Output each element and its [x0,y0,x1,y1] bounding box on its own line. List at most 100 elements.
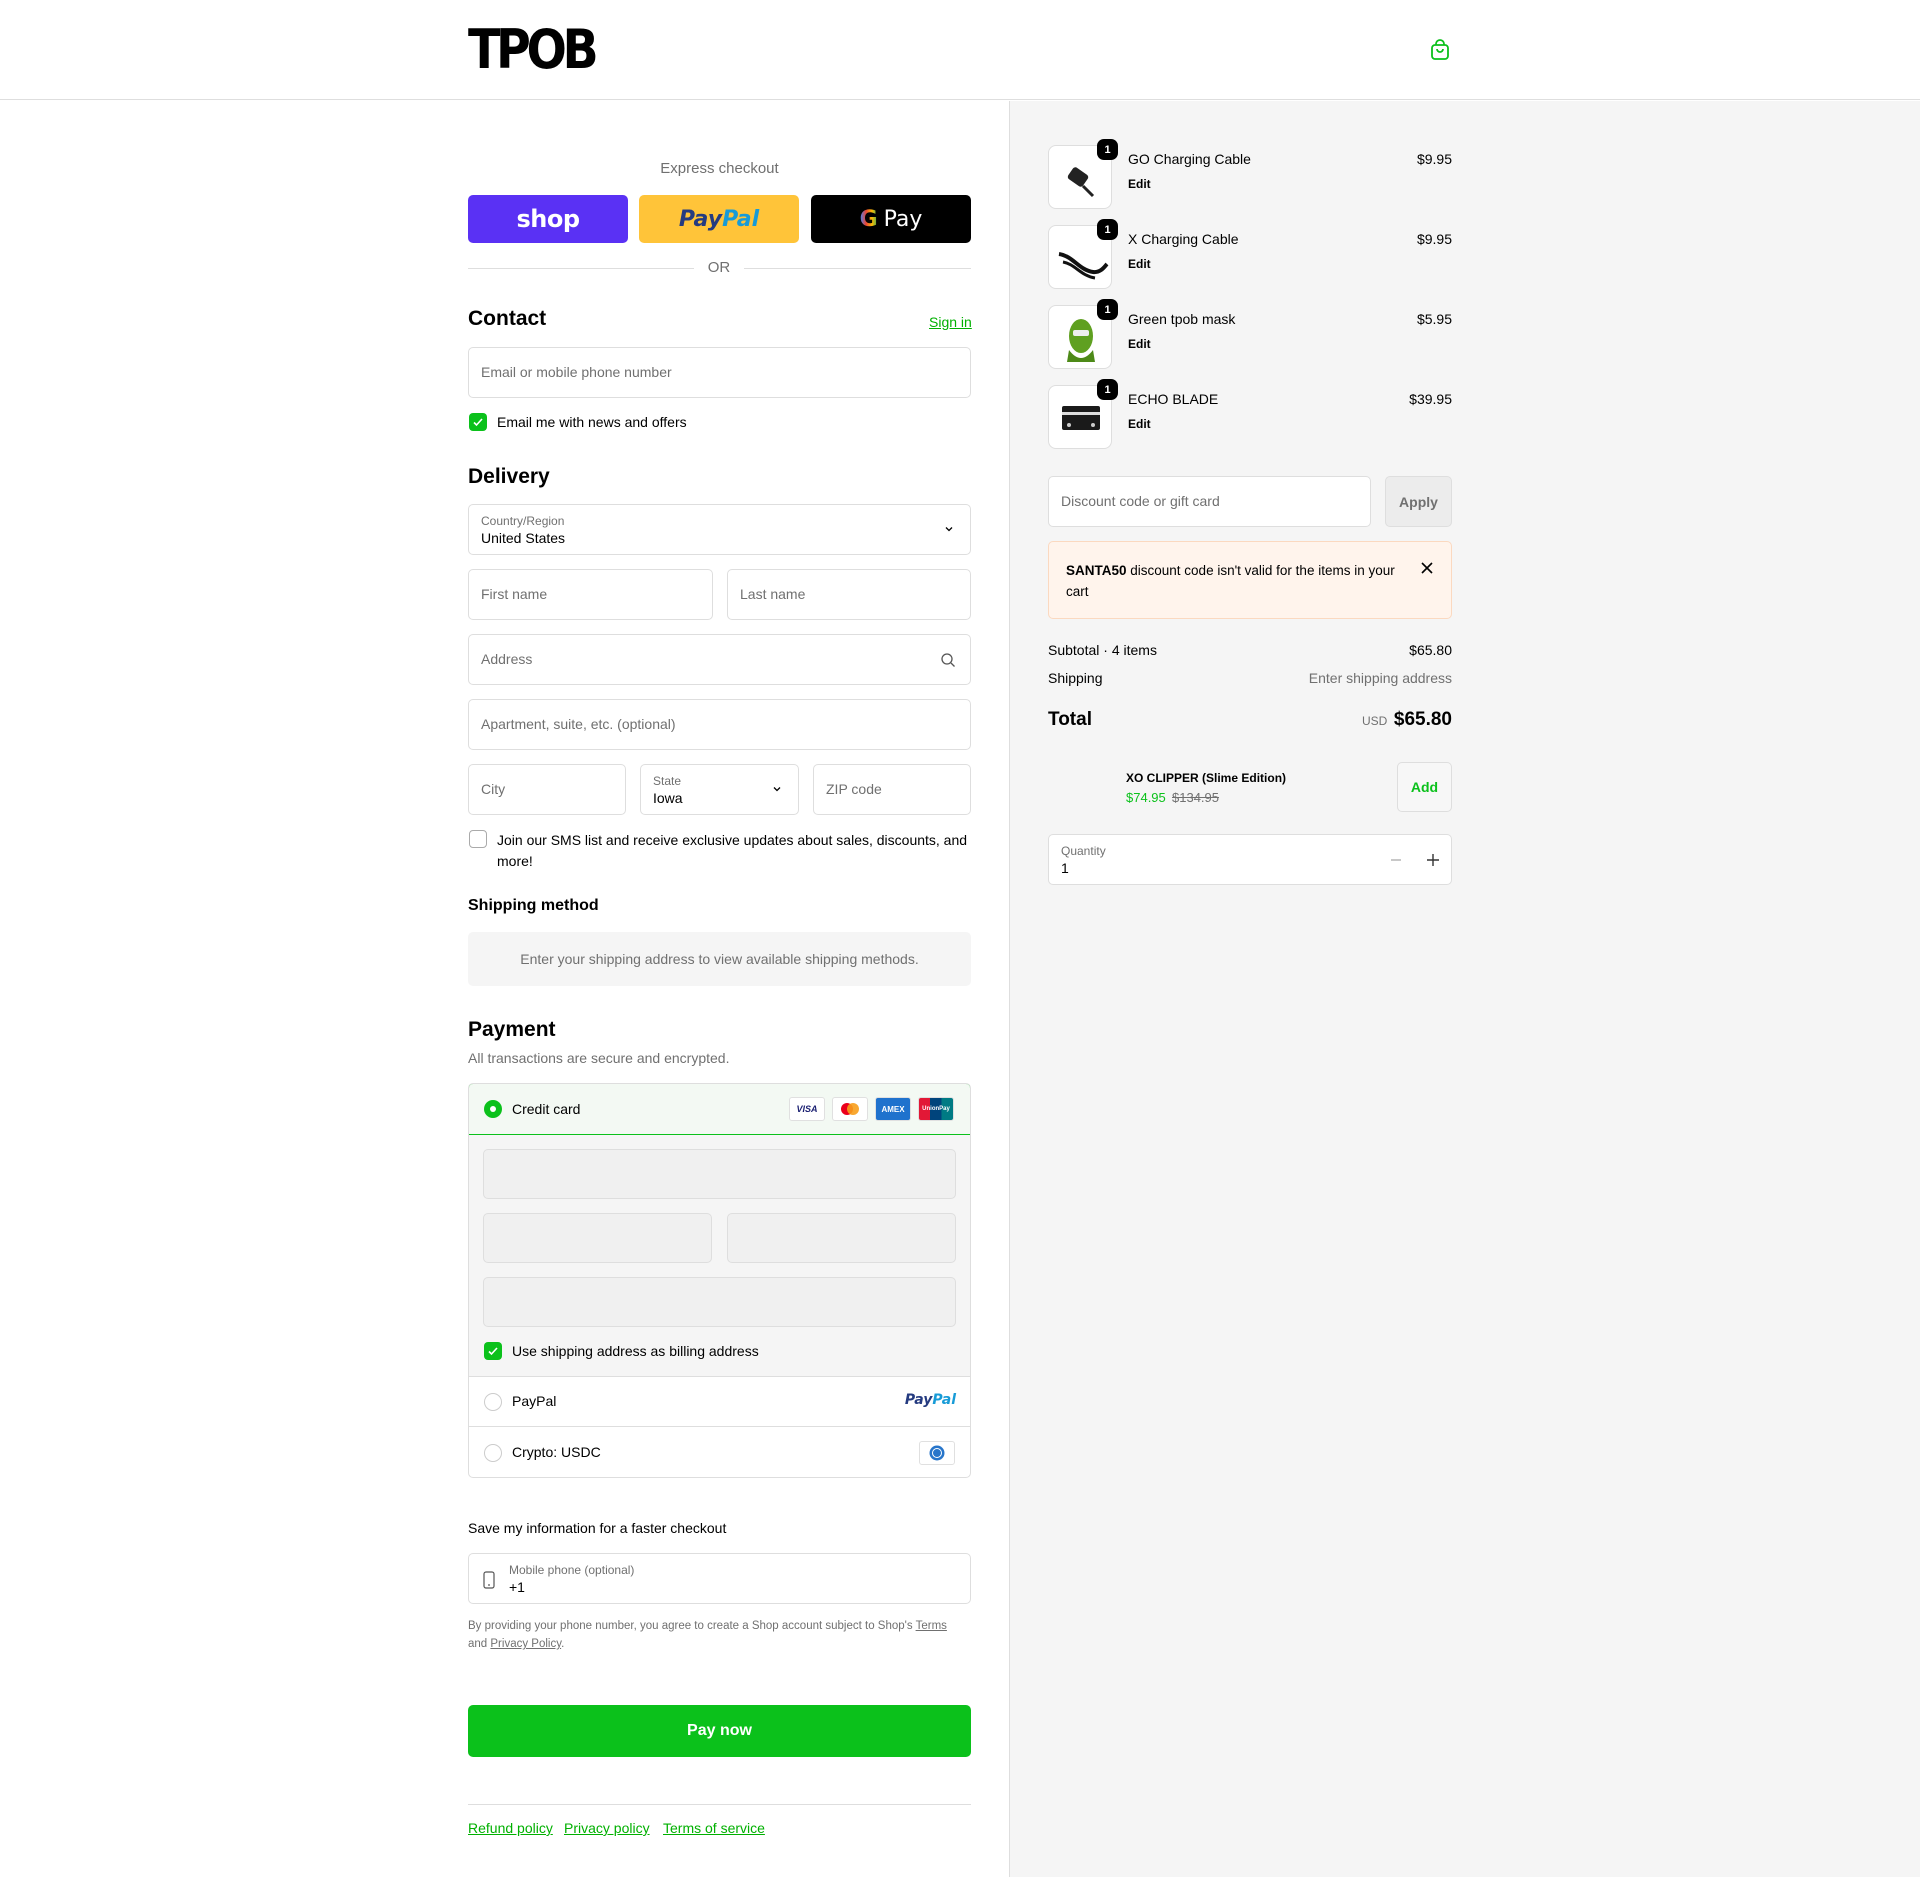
state-label: State [653,774,682,788]
minus-icon[interactable] [1390,854,1402,866]
contact-heading: Contact [468,307,547,330]
cart-item-price: $5.95 [1416,311,1452,327]
refund-policy-link[interactable]: Refund policy [468,1820,553,1836]
credit-card-radio[interactable] [484,1100,502,1118]
mastercard-icon [832,1097,868,1121]
quantity-badge: 1 [1097,139,1118,160]
privacy-policy-link[interactable]: Privacy policy [564,1820,650,1836]
unionpay-icon: UnionPay [918,1097,954,1121]
discount-code-field[interactable]: Discount code or gift card [1048,476,1371,527]
sign-in-link[interactable]: Sign in [929,314,972,330]
paypal-logo-part2: Pal [932,1392,956,1408]
apply-discount-button[interactable]: Apply [1385,476,1452,527]
google-g-icon: G [859,206,878,232]
close-icon[interactable] [1421,562,1433,574]
google-pay-button[interactable]: G Pay [811,195,971,243]
card-cvv-field[interactable] [727,1213,956,1263]
terms-text-2: and [468,1638,491,1650]
crypto-option[interactable]: Crypto: USDC [469,1428,970,1477]
paypal-logo-part1: Pay [678,206,723,232]
country-select[interactable]: Country/Region United States [468,504,971,555]
newsletter-checkbox[interactable] [469,413,487,431]
card-expiry-field[interactable] [483,1213,712,1263]
upsell-original-price: $134.95 [1172,790,1219,805]
footer-divider [468,1804,971,1805]
delivery-heading: Delivery [468,465,550,488]
chevron-down-icon [773,787,781,792]
sms-checkbox[interactable] [469,830,487,848]
save-info-heading: Save my information for a faster checkou… [468,1520,727,1536]
paypal-express-button[interactable]: Pay Pal [639,195,799,243]
paypal-radio[interactable] [484,1393,502,1411]
last-name-field[interactable]: Last name [727,569,971,620]
tpob-logo[interactable]: TPOB [468,22,599,78]
shop-privacy-link[interactable]: Privacy Policy [490,1638,561,1650]
terms-of-service-link[interactable]: Terms of service [663,1820,765,1836]
paypal-logo-part2: Pal [722,206,760,232]
upsell-add-label: Add [1410,779,1439,795]
quantity-badge: 1 [1097,299,1118,320]
paypal-option[interactable]: PayPal PayPal [469,1377,970,1427]
card-number-field[interactable] [483,1149,956,1199]
upsell-quantity-field[interactable]: Quantity 1 [1048,834,1452,885]
state-value: Iowa [653,790,683,806]
cart-item-edit[interactable]: Edit [1128,257,1151,271]
shop-terms-link[interactable]: Terms [916,1620,947,1632]
pay-now-button[interactable]: Pay now [468,1705,971,1757]
shipping-label: Shipping [1048,670,1103,686]
card-name-field[interactable] [483,1277,956,1327]
paypal-label: PayPal [512,1393,557,1409]
cart-item-name: ECHO BLADE [1128,391,1219,407]
cart-item-edit[interactable]: Edit [1128,177,1151,191]
zip-placeholder: ZIP code [826,781,882,797]
discount-error-alert: SANTA50 discount code isn't valid for th… [1048,541,1452,619]
zip-field[interactable]: ZIP code [813,764,971,815]
quantity-value: 1 [1061,860,1069,876]
mobile-phone-field[interactable]: Mobile phone (optional) +1 [468,1553,971,1604]
shop-pay-label: shop [516,205,580,233]
subtotal-value: $65.80 [1409,642,1452,658]
or-label: OR [694,259,744,276]
credit-card-label: Credit card [512,1101,581,1117]
paypal-logo-part1: Pay [904,1392,933,1408]
terms-text-3: . [561,1638,565,1650]
search-icon [941,653,955,667]
plus-icon[interactable] [1426,853,1440,867]
credit-card-form: Use shipping address as billing address [469,1135,970,1377]
cart-item-edit[interactable]: Edit [1128,417,1151,431]
email-field[interactable]: Email or mobile phone number [468,347,971,398]
pay-now-label: Pay now [687,1722,752,1739]
upsell-product-name: XO CLIPPER (Slime Edition) [1126,771,1287,785]
discount-code-name: SANTA50 [1066,563,1127,578]
google-pay-label: Pay [883,206,923,232]
address-field[interactable]: Address [468,634,971,685]
cart-item-thumbnail: 1 [1048,219,1118,289]
cart-item-name: GO Charging Cable [1128,151,1251,167]
first-name-field[interactable]: First name [468,569,713,620]
cart-item-price: $9.95 [1416,231,1452,247]
state-select[interactable]: State Iowa [640,764,799,815]
mobile-phone-icon [483,1571,495,1589]
cart-item-edit[interactable]: Edit [1128,337,1151,351]
cart-item-thumbnail: 1 [1048,299,1118,369]
shopping-bag-icon[interactable] [1428,38,1452,62]
credit-card-option[interactable]: Credit card VISA AMEX UnionPay [469,1084,970,1135]
crypto-radio[interactable] [484,1444,502,1462]
shop-pay-button[interactable]: shop [468,195,628,243]
payment-heading: Payment [468,1018,556,1041]
apartment-field[interactable]: Apartment, suite, etc. (optional) [468,699,971,750]
upsell-add-button[interactable]: Add [1397,762,1452,812]
newsletter-label: Email me with news and offers [497,414,687,430]
apply-label: Apply [1399,493,1438,510]
cart-item-price: $39.95 [1409,391,1452,407]
cart-item-price: $9.95 [1416,151,1452,167]
amex-icon: AMEX [875,1097,911,1121]
upsell-sale-price: $74.95 [1126,790,1166,805]
cart-item-thumbnail: 1 [1048,379,1118,449]
city-field[interactable]: City [468,764,626,815]
apartment-placeholder: Apartment, suite, etc. (optional) [481,716,676,732]
country-value: United States [481,530,566,546]
billing-same-checkbox[interactable] [484,1342,502,1360]
terms-text-1: By providing your phone number, you agre… [468,1620,916,1632]
quantity-label: Quantity [1061,844,1106,858]
